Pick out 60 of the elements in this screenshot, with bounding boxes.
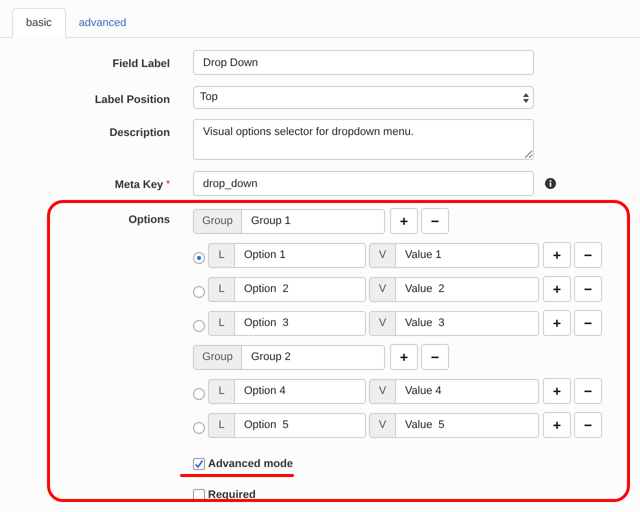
remove-button[interactable]: −	[574, 242, 602, 268]
field-label: Description	[109, 126, 170, 141]
radio-button[interactable]	[193, 252, 205, 264]
select-field[interactable]: Top	[193, 86, 534, 109]
remove-button[interactable]: −	[574, 378, 602, 404]
input-addon: V	[369, 310, 396, 336]
option-value-field[interactable]: Value 1	[396, 242, 539, 268]
tab[interactable]: advanced	[66, 8, 140, 38]
input-addon: V	[369, 378, 396, 404]
group-name-field[interactable]: Group 1	[242, 208, 385, 234]
option-value-field[interactable]: Value 4	[396, 378, 539, 404]
add-button[interactable]: +	[543, 310, 571, 336]
remove-button[interactable]: −	[421, 208, 449, 234]
remove-button[interactable]: −	[421, 344, 449, 370]
description-field[interactable]: Visual options selector for dropdown menu.	[193, 119, 534, 160]
radio-button[interactable]	[193, 286, 205, 298]
input-addon: V	[369, 242, 396, 268]
option-label-field[interactable]: Option 5	[235, 412, 366, 438]
radio-button[interactable]	[193, 422, 205, 434]
checkbox[interactable]: Required	[193, 486, 256, 503]
remove-button[interactable]: −	[574, 276, 602, 302]
radio-button[interactable]	[193, 388, 205, 400]
group-name-field[interactable]: Group 2	[242, 344, 385, 370]
input-addon: L	[208, 242, 235, 268]
option-value-field[interactable]: Value 3	[396, 310, 539, 336]
check-icon	[194, 459, 204, 470]
input-addon: Group	[193, 208, 242, 234]
text-field[interactable]: drop_down	[193, 171, 534, 196]
option-label-field[interactable]: Option 4	[235, 378, 366, 404]
add-button[interactable]: +	[543, 242, 571, 268]
field-label: Label Position	[94, 93, 170, 108]
updown-arrows-icon	[523, 92, 529, 102]
option-label-field[interactable]: Option 3	[235, 310, 366, 336]
field-label: Options	[128, 213, 170, 228]
input-addon: V	[369, 276, 396, 302]
input-addon: L	[208, 378, 235, 404]
add-button[interactable]: +	[390, 344, 418, 370]
input-addon: L	[208, 412, 235, 438]
add-button[interactable]: +	[543, 412, 571, 438]
add-button[interactable]: +	[543, 378, 571, 404]
tab[interactable]: basic	[12, 8, 66, 38]
remove-button[interactable]: −	[574, 412, 602, 438]
required-mark: *	[166, 178, 170, 192]
add-button[interactable]: +	[390, 208, 418, 234]
add-button[interactable]: +	[543, 276, 571, 302]
checkbox[interactable]: Advanced mode	[193, 456, 293, 472]
field-label: Field Label	[112, 57, 170, 72]
input-addon: L	[208, 310, 235, 336]
radio-button[interactable]	[193, 320, 205, 332]
remove-button[interactable]: −	[574, 310, 602, 336]
option-label-field[interactable]: Option 2	[235, 276, 366, 302]
input-addon: L	[208, 276, 235, 302]
option-label-field[interactable]: Option 1	[235, 242, 366, 268]
text-field[interactable]: Drop Down	[193, 50, 534, 75]
field-label: Meta Key	[114, 178, 164, 193]
info-icon[interactable]	[545, 178, 556, 189]
option-value-field[interactable]: Value 2	[396, 276, 539, 302]
input-addon: Group	[193, 344, 242, 370]
option-value-field[interactable]: Value 5	[396, 412, 539, 438]
input-addon: V	[369, 412, 396, 438]
